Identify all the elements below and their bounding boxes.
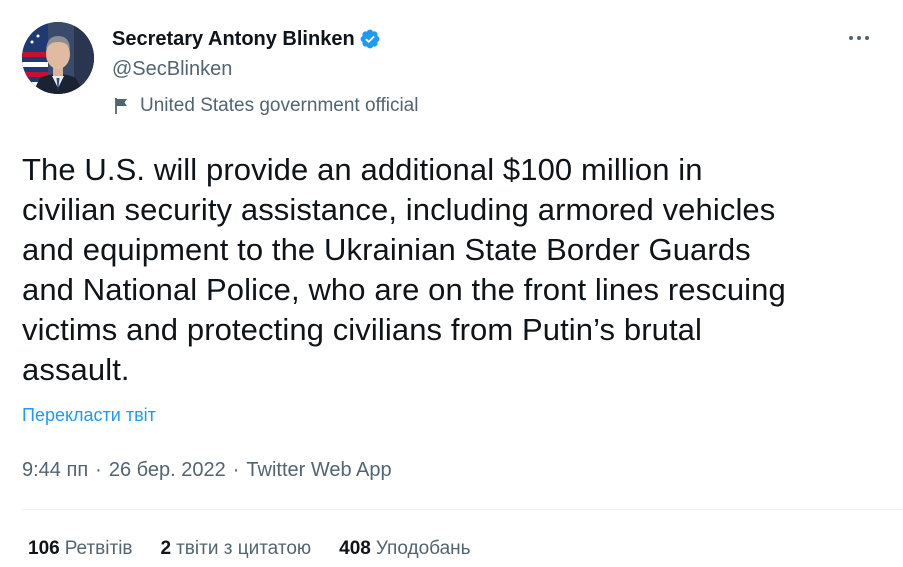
retweets-label: Ретвітів bbox=[64, 538, 133, 559]
retweets-count: 106 bbox=[28, 538, 60, 559]
tweet-card: Secretary Antony Blinken @SecBlinken Uni… bbox=[0, 0, 903, 567]
verified-badge-icon bbox=[359, 28, 381, 50]
translate-tweet-link[interactable]: Перекласти твіт bbox=[22, 405, 156, 426]
quotes-stat[interactable]: 2 твіти з цитатою bbox=[161, 538, 312, 560]
more-icon-dot bbox=[865, 36, 869, 40]
tweet-text: The U.S. will provide an additional $100… bbox=[22, 152, 786, 387]
affiliation-text: United States government official bbox=[140, 95, 419, 116]
user-handle[interactable]: @SecBlinken bbox=[112, 56, 843, 82]
divider bbox=[22, 509, 903, 510]
more-icon bbox=[849, 36, 853, 40]
tweet-stats: 106 Ретвітів 2 твіти з цитатою 408 Уподо… bbox=[28, 534, 499, 564]
likes-count: 408 bbox=[339, 538, 371, 559]
name-row: Secretary Antony Blinken bbox=[112, 22, 843, 56]
likes-label: Уподобань bbox=[375, 538, 471, 559]
tweet-source[interactable]: Twitter Web App bbox=[246, 459, 391, 482]
avatar[interactable] bbox=[22, 22, 94, 94]
more-icon-dot bbox=[857, 36, 861, 40]
separator: · bbox=[95, 458, 102, 481]
separator: · bbox=[232, 458, 240, 481]
author-info: Secretary Antony Blinken @SecBlinken Uni… bbox=[112, 22, 843, 121]
tweet-time[interactable]: 9:44 пп bbox=[22, 459, 88, 482]
tweet-metadata: 9:44 пп · 26 бер. 2022 · Twitter Web App bbox=[22, 455, 392, 485]
more-options-button[interactable] bbox=[845, 26, 873, 50]
affiliation-label: United States government official bbox=[112, 91, 843, 121]
tweet-date[interactable]: 26 бер. 2022 bbox=[109, 459, 226, 482]
quotes-label: твіти з цитатою bbox=[176, 538, 312, 559]
display-name[interactable]: Secretary Antony Blinken bbox=[112, 28, 355, 51]
retweets-stat[interactable]: 106 Ретвітів bbox=[28, 538, 133, 560]
likes-stat[interactable]: 408 Уподобань bbox=[339, 538, 470, 560]
flag-icon bbox=[112, 96, 132, 116]
quotes-count: 2 bbox=[160, 538, 172, 559]
profile-photo bbox=[22, 22, 94, 94]
